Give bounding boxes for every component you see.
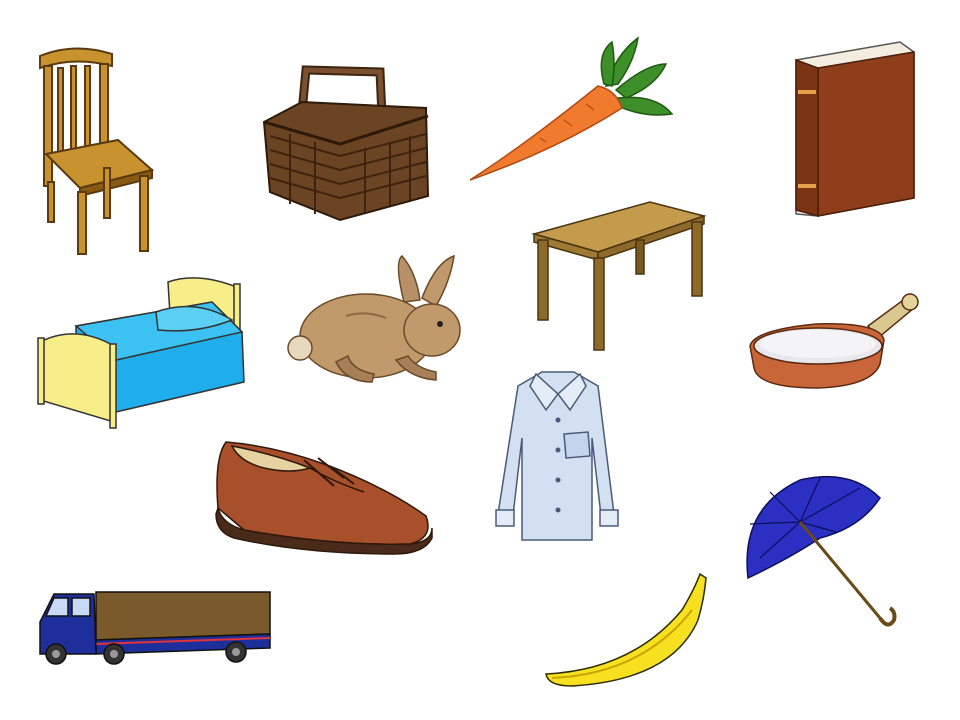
picture-grid <box>0 0 960 720</box>
shoe-icon <box>214 438 436 556</box>
rabbit-icon <box>286 252 468 388</box>
truck-icon <box>36 588 272 668</box>
bed-icon <box>36 272 250 432</box>
chair-icon <box>34 42 155 257</box>
basket-icon <box>260 64 430 224</box>
shirt-icon <box>488 364 624 546</box>
frying-pan-icon <box>748 290 922 396</box>
table-icon <box>531 200 708 354</box>
carrot-icon <box>466 34 676 184</box>
book-icon <box>794 38 918 220</box>
banana-icon <box>542 570 710 690</box>
umbrella-icon <box>740 468 897 630</box>
